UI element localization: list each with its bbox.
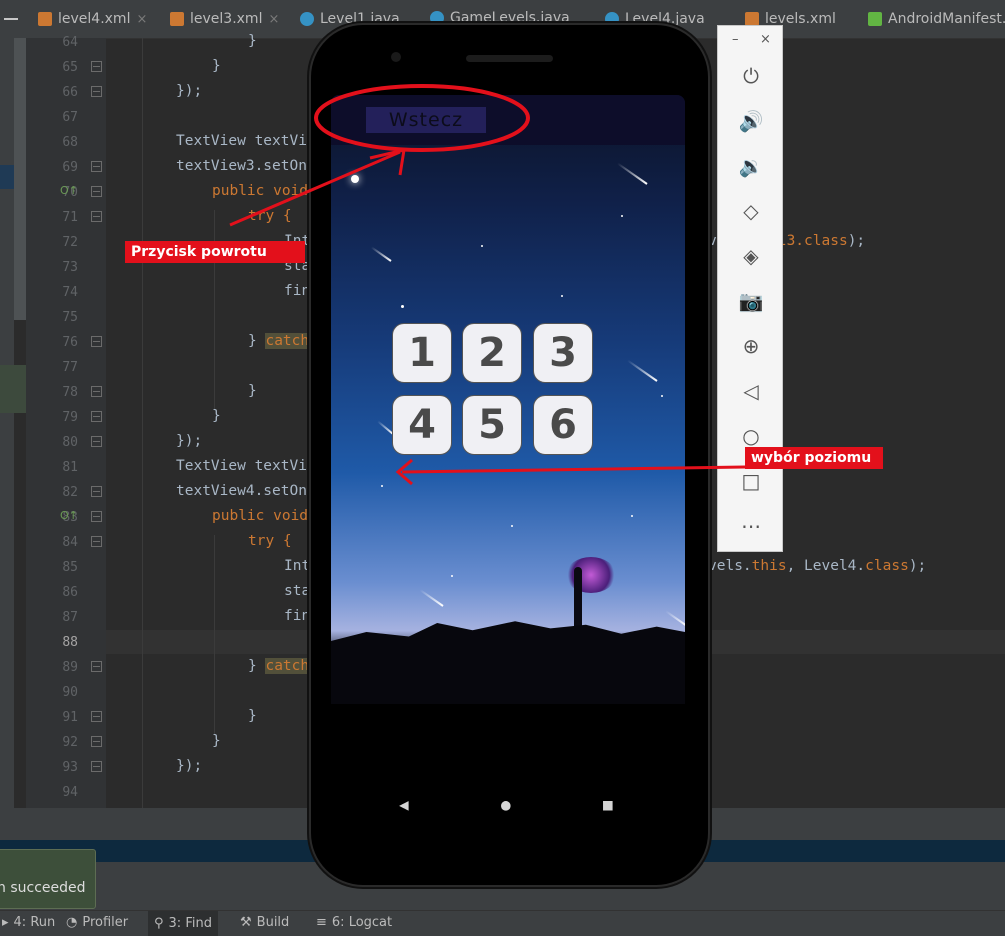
fold-marker[interactable] bbox=[91, 61, 102, 72]
profiler-icon: ◔ bbox=[66, 915, 78, 930]
tab-level4-xml[interactable]: level4.xml × bbox=[38, 0, 147, 38]
android-nav-bar: ◀ ● ■ bbox=[311, 790, 708, 820]
annotation-back-label: Przycisk powrotu bbox=[125, 241, 305, 263]
fold-marker[interactable] bbox=[91, 336, 102, 347]
run-icon: ▸ bbox=[2, 915, 9, 930]
fold-marker[interactable] bbox=[91, 86, 102, 97]
star bbox=[451, 575, 453, 577]
tool-find[interactable]: ⚲ 3: Find bbox=[148, 911, 218, 936]
star bbox=[561, 295, 563, 297]
rotate-left-icon[interactable]: ◇ bbox=[718, 191, 784, 231]
star bbox=[661, 395, 663, 397]
meteor bbox=[616, 162, 648, 185]
camera-lens bbox=[391, 52, 401, 62]
indent-guide bbox=[214, 210, 215, 410]
meteor bbox=[370, 246, 392, 262]
level-6-button[interactable]: 6 bbox=[533, 395, 593, 455]
zoom-icon[interactable]: ⊕ bbox=[718, 326, 784, 366]
nav-back-icon[interactable]: ◀ bbox=[399, 795, 409, 814]
close-icon[interactable]: × bbox=[760, 32, 771, 47]
star bbox=[511, 525, 513, 527]
fold-marker[interactable] bbox=[91, 511, 102, 522]
hide-panel-icon[interactable] bbox=[4, 18, 18, 20]
camera-icon[interactable]: 📷 bbox=[718, 281, 784, 321]
star bbox=[481, 245, 483, 247]
close-icon[interactable]: × bbox=[136, 12, 147, 27]
back-icon[interactable]: ◁ bbox=[718, 371, 784, 411]
more-icon[interactable]: ⋯ bbox=[718, 506, 784, 546]
tool-logcat[interactable]: ≡ 6: Logcat bbox=[316, 915, 392, 930]
close-icon[interactable]: × bbox=[268, 12, 279, 27]
nav-home-icon[interactable]: ● bbox=[501, 795, 511, 814]
manifest-icon bbox=[868, 12, 882, 26]
indent-guide bbox=[142, 38, 143, 808]
indent-guide bbox=[214, 535, 215, 735]
tab-level3-xml[interactable]: level3.xml × bbox=[170, 0, 279, 38]
java-class-icon bbox=[300, 12, 314, 26]
app-screen[interactable]: Wstecz 1 2 3 4 5 6 bbox=[331, 95, 685, 704]
tool-window-bar: ▸ 4: Run ◔ Profiler ⚲ 3: Find ⚒ Build ≡ 6: Lo… bbox=[0, 910, 1005, 936]
fold-marker[interactable] bbox=[91, 161, 102, 172]
xml-file-icon bbox=[170, 12, 184, 26]
fold-marker[interactable] bbox=[91, 411, 102, 422]
fold-marker[interactable] bbox=[91, 761, 102, 772]
star bbox=[351, 175, 359, 183]
level-2-button[interactable]: 2 bbox=[462, 323, 522, 383]
fold-marker[interactable] bbox=[91, 711, 102, 722]
fold-marker[interactable] bbox=[91, 661, 102, 672]
star bbox=[401, 305, 404, 308]
meteor bbox=[665, 610, 685, 627]
earpiece-speaker bbox=[466, 55, 553, 62]
meteor bbox=[419, 589, 444, 607]
left-tool-strip bbox=[0, 38, 14, 808]
nav-overview-icon[interactable]: ■ bbox=[603, 795, 613, 814]
tool-run[interactable]: ▸ 4: Run bbox=[2, 915, 55, 930]
emulator-phone: Wstecz 1 2 3 4 5 6 ◀ ● ■ bbox=[311, 25, 708, 885]
back-button[interactable]: Wstecz bbox=[366, 107, 486, 133]
logcat-icon: ≡ bbox=[316, 915, 327, 930]
annotation-levels-label: wybór poziomu bbox=[745, 447, 883, 469]
meteor bbox=[626, 359, 658, 382]
level-5-button[interactable]: 5 bbox=[462, 395, 522, 455]
fold-marker[interactable] bbox=[91, 186, 102, 197]
tab-android-manifest[interactable]: AndroidManifest.xml bbox=[868, 0, 1005, 38]
volume-down-icon[interactable]: 🔉 bbox=[718, 146, 784, 186]
level-1-button[interactable]: 1 bbox=[392, 323, 452, 383]
fold-marker[interactable] bbox=[91, 486, 102, 497]
fold-marker[interactable] bbox=[91, 536, 102, 547]
emulator-toolbar: – × ⏻ 🔊 🔉 ◇ ◈ 📷 ⊕ ◁ ○ □ ⋯ bbox=[717, 25, 783, 552]
hammer-icon: ⚒ bbox=[240, 915, 252, 930]
power-icon[interactable]: ⏻ bbox=[718, 56, 784, 96]
tool-profiler[interactable]: ◔ Profiler bbox=[66, 915, 128, 930]
fold-marker[interactable] bbox=[91, 736, 102, 747]
rotate-right-icon[interactable]: ◈ bbox=[718, 236, 784, 276]
star bbox=[621, 215, 623, 217]
star bbox=[631, 515, 633, 517]
override-icon[interactable]: O↑ bbox=[60, 509, 78, 522]
volume-up-icon[interactable]: 🔊 bbox=[718, 101, 784, 141]
level-3-button[interactable]: 3 bbox=[533, 323, 593, 383]
star bbox=[381, 485, 383, 487]
change-marker bbox=[0, 365, 28, 413]
fold-marker[interactable] bbox=[91, 386, 102, 397]
java-class-icon bbox=[605, 12, 619, 26]
search-icon: ⚲ bbox=[154, 916, 164, 931]
xml-file-icon bbox=[745, 12, 759, 26]
hill-silhouette bbox=[331, 621, 685, 704]
level-4-button[interactable]: 4 bbox=[392, 395, 452, 455]
xml-file-icon bbox=[38, 12, 52, 26]
fold-marker[interactable] bbox=[91, 436, 102, 447]
minimize-icon[interactable]: – bbox=[732, 32, 739, 47]
tool-build[interactable]: ⚒ Build bbox=[240, 915, 289, 930]
override-icon[interactable]: O↑ bbox=[60, 184, 78, 197]
build-toast[interactable]: n succeeded bbox=[0, 849, 96, 909]
structure-scrollbar[interactable] bbox=[14, 38, 26, 320]
java-class-icon bbox=[430, 10, 444, 25]
fold-marker[interactable] bbox=[91, 211, 102, 222]
